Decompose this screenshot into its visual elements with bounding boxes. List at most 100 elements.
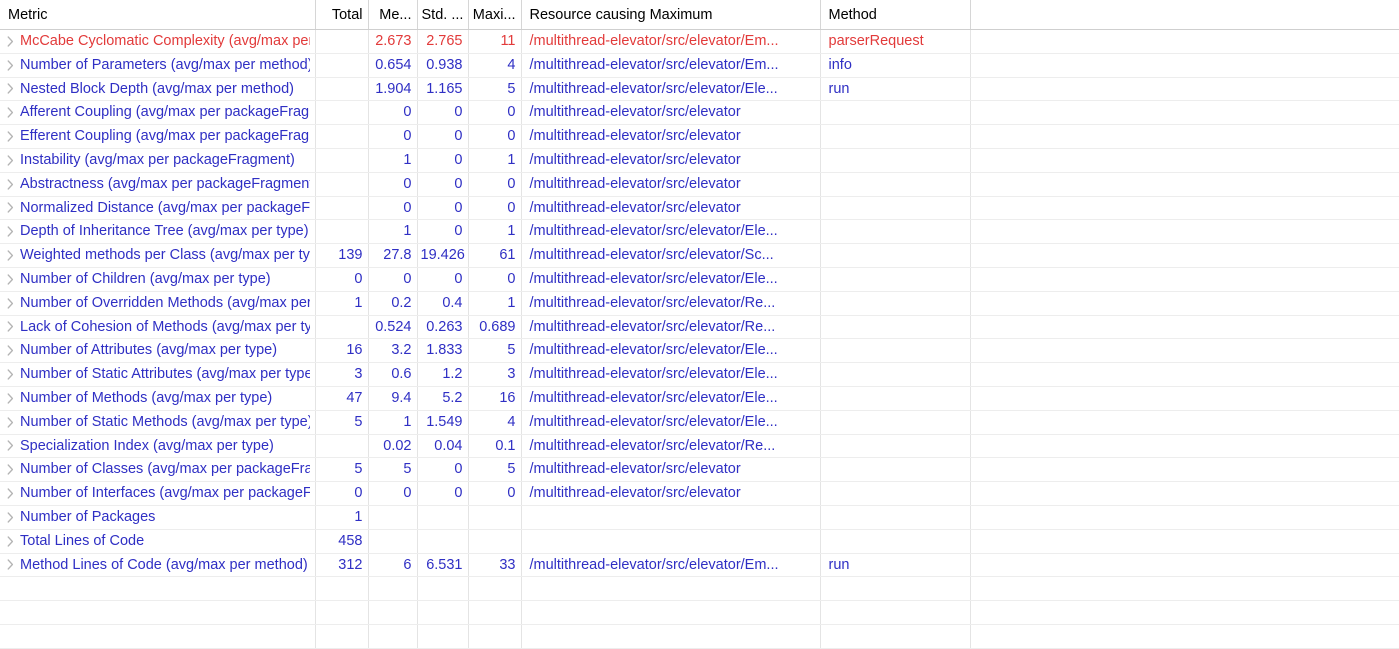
- empty-cell: [0, 576, 316, 602]
- filler-cell: [970, 338, 1399, 364]
- maximum-cell: 61: [468, 243, 522, 268]
- table-row[interactable]: Number of Overridden Methods (avg/max pe…: [0, 291, 1399, 316]
- table-row[interactable]: Lack of Cohesion of Methods (avg/max per…: [0, 315, 1399, 340]
- table-row[interactable]: Number of Static Attributes (avg/max per…: [0, 362, 1399, 387]
- column-header-mean[interactable]: Me...: [368, 0, 418, 30]
- column-header-filler[interactable]: [970, 0, 1399, 30]
- empty-cell: [315, 624, 369, 649]
- metric-cell-content: Efferent Coupling (avg/max per packageFr…: [0, 125, 310, 147]
- maximum-cell: 0: [468, 481, 522, 506]
- std-dev-cell: 0.4: [417, 291, 469, 316]
- mean-cell: [368, 529, 418, 554]
- table-row[interactable]: Method Lines of Code (avg/max per method…: [0, 553, 1399, 578]
- filler-cell: [970, 410, 1399, 435]
- table-row[interactable]: Number of Methods (avg/max per type) 47 9.…: [0, 386, 1399, 411]
- empty-cell: [970, 624, 1399, 649]
- chevron-right-icon[interactable]: [0, 512, 20, 523]
- table-row[interactable]: Number of Packages 1: [0, 505, 1399, 530]
- column-header-method[interactable]: Method: [820, 0, 971, 30]
- table-row[interactable]: Normalized Distance (avg/max per package…: [0, 196, 1399, 221]
- method-cell: [820, 505, 971, 530]
- metric-label: Number of Methods (avg/max per type): [20, 389, 273, 406]
- total-cell: 16: [315, 338, 369, 364]
- method-cell: [820, 481, 971, 506]
- empty-cell: [521, 576, 821, 602]
- chevron-right-icon[interactable]: [0, 179, 20, 190]
- chevron-right-icon[interactable]: [0, 416, 20, 428]
- metric-label: Number of Parameters (avg/max per method…: [20, 56, 310, 73]
- mean-cell: 1: [368, 148, 418, 173]
- filler-cell: [970, 243, 1399, 268]
- chevron-right-icon[interactable]: [0, 559, 20, 571]
- std-dev-cell: 1.165: [417, 77, 469, 102]
- std-dev-cell: 0: [417, 148, 469, 173]
- table-row[interactable]: Number of Static Methods (avg/max per ty…: [0, 410, 1399, 435]
- chevron-right-icon[interactable]: [0, 464, 20, 475]
- table-row[interactable]: McCabe Cyclomatic Complexity (avg/max pe…: [0, 29, 1399, 54]
- chevron-right-icon[interactable]: [0, 60, 20, 71]
- chevron-right-icon[interactable]: [0, 226, 20, 237]
- maximum-cell: 4: [468, 410, 522, 435]
- maximum-cell: 5: [468, 338, 522, 364]
- chevron-right-icon[interactable]: [0, 202, 20, 214]
- metric-cell: Lack of Cohesion of Methods (avg/max per…: [0, 315, 316, 340]
- mean-cell: 0: [368, 100, 418, 126]
- metric-cell: Number of Classes (avg/max per packageFr…: [0, 457, 316, 483]
- table-row[interactable]: Efferent Coupling (avg/max per packageFr…: [0, 124, 1399, 149]
- table-row[interactable]: Number of Children (avg/max per type) 0 0 0…: [0, 267, 1399, 292]
- total-cell: 139: [315, 243, 369, 268]
- table-row[interactable]: Number of Parameters (avg/max per method…: [0, 53, 1399, 78]
- chevron-right-icon[interactable]: [0, 321, 20, 333]
- column-header-std[interactable]: Std. ...: [417, 0, 469, 30]
- metric-cell: Specialization Index (avg/max per type): [0, 434, 316, 459]
- chevron-right-icon[interactable]: [0, 298, 20, 309]
- table-row[interactable]: Depth of Inheritance Tree (avg/max per t…: [0, 219, 1399, 245]
- chevron-right-icon[interactable]: [0, 107, 20, 118]
- table-row[interactable]: Nested Block Depth (avg/max per method) 1…: [0, 77, 1399, 102]
- resource-cell: [521, 505, 821, 530]
- chevron-right-icon[interactable]: [0, 83, 20, 95]
- table-row[interactable]: Abstractness (avg/max per packageFragmen…: [0, 172, 1399, 197]
- empty-table-row[interactable]: [0, 600, 1399, 625]
- table-row[interactable]: Afferent Coupling (avg/max per packageFr…: [0, 100, 1399, 126]
- chevron-right-icon[interactable]: [0, 131, 20, 142]
- chevron-right-icon[interactable]: [0, 274, 20, 285]
- table-row[interactable]: Total Lines of Code 458: [0, 529, 1399, 554]
- metric-cell-content: Total Lines of Code: [0, 530, 310, 552]
- chevron-right-icon[interactable]: [0, 440, 20, 452]
- resource-cell: /multithread-elevator/src/elevator/Re...: [521, 315, 821, 340]
- chevron-right-icon[interactable]: [0, 250, 20, 261]
- table-row[interactable]: Instability (avg/max per packageFragment…: [0, 148, 1399, 173]
- column-header-maximum[interactable]: Maxi...: [468, 0, 522, 30]
- column-header-total[interactable]: Total: [315, 0, 369, 30]
- metrics-table-view: Metric Total Me... Std. ... Maxi... Reso…: [0, 0, 1399, 649]
- empty-cell: [0, 624, 316, 649]
- table-row[interactable]: Specialization Index (avg/max per type) 0…: [0, 434, 1399, 459]
- empty-table-row[interactable]: [0, 624, 1399, 649]
- column-header-resource-causing-maximum[interactable]: Resource causing Maximum: [521, 0, 821, 30]
- chevron-right-icon[interactable]: [0, 36, 20, 47]
- column-header-metric[interactable]: Metric: [0, 0, 316, 30]
- empty-cell: [0, 600, 316, 625]
- metric-cell: Depth of Inheritance Tree (avg/max per t…: [0, 219, 316, 245]
- table-row[interactable]: Weighted methods per Class (avg/max per …: [0, 243, 1399, 268]
- filler-cell: [970, 219, 1399, 245]
- chevron-right-icon[interactable]: [0, 535, 20, 547]
- table-row[interactable]: Number of Attributes (avg/max per type) 1…: [0, 338, 1399, 364]
- metric-cell: Efferent Coupling (avg/max per packageFr…: [0, 124, 316, 149]
- empty-cell: [368, 624, 418, 649]
- chevron-right-icon[interactable]: [0, 488, 20, 499]
- std-dev-cell: 0.938: [417, 53, 469, 78]
- metric-cell: Number of Overridden Methods (avg/max pe…: [0, 291, 316, 316]
- table-row[interactable]: Number of Classes (avg/max per packageFr…: [0, 457, 1399, 483]
- maximum-cell: 1: [468, 291, 522, 316]
- chevron-right-icon[interactable]: [0, 345, 20, 356]
- chevron-right-icon[interactable]: [0, 155, 20, 166]
- metric-label: Abstractness (avg/max per packageFragmen…: [20, 175, 310, 192]
- table-row[interactable]: Number of Interfaces (avg/max per packag…: [0, 481, 1399, 506]
- chevron-right-icon[interactable]: [0, 393, 20, 404]
- chevron-right-icon[interactable]: [0, 369, 20, 380]
- empty-cell: [468, 624, 522, 649]
- metric-cell-content: Afferent Coupling (avg/max per packageFr…: [0, 101, 310, 123]
- empty-table-row[interactable]: [0, 576, 1399, 602]
